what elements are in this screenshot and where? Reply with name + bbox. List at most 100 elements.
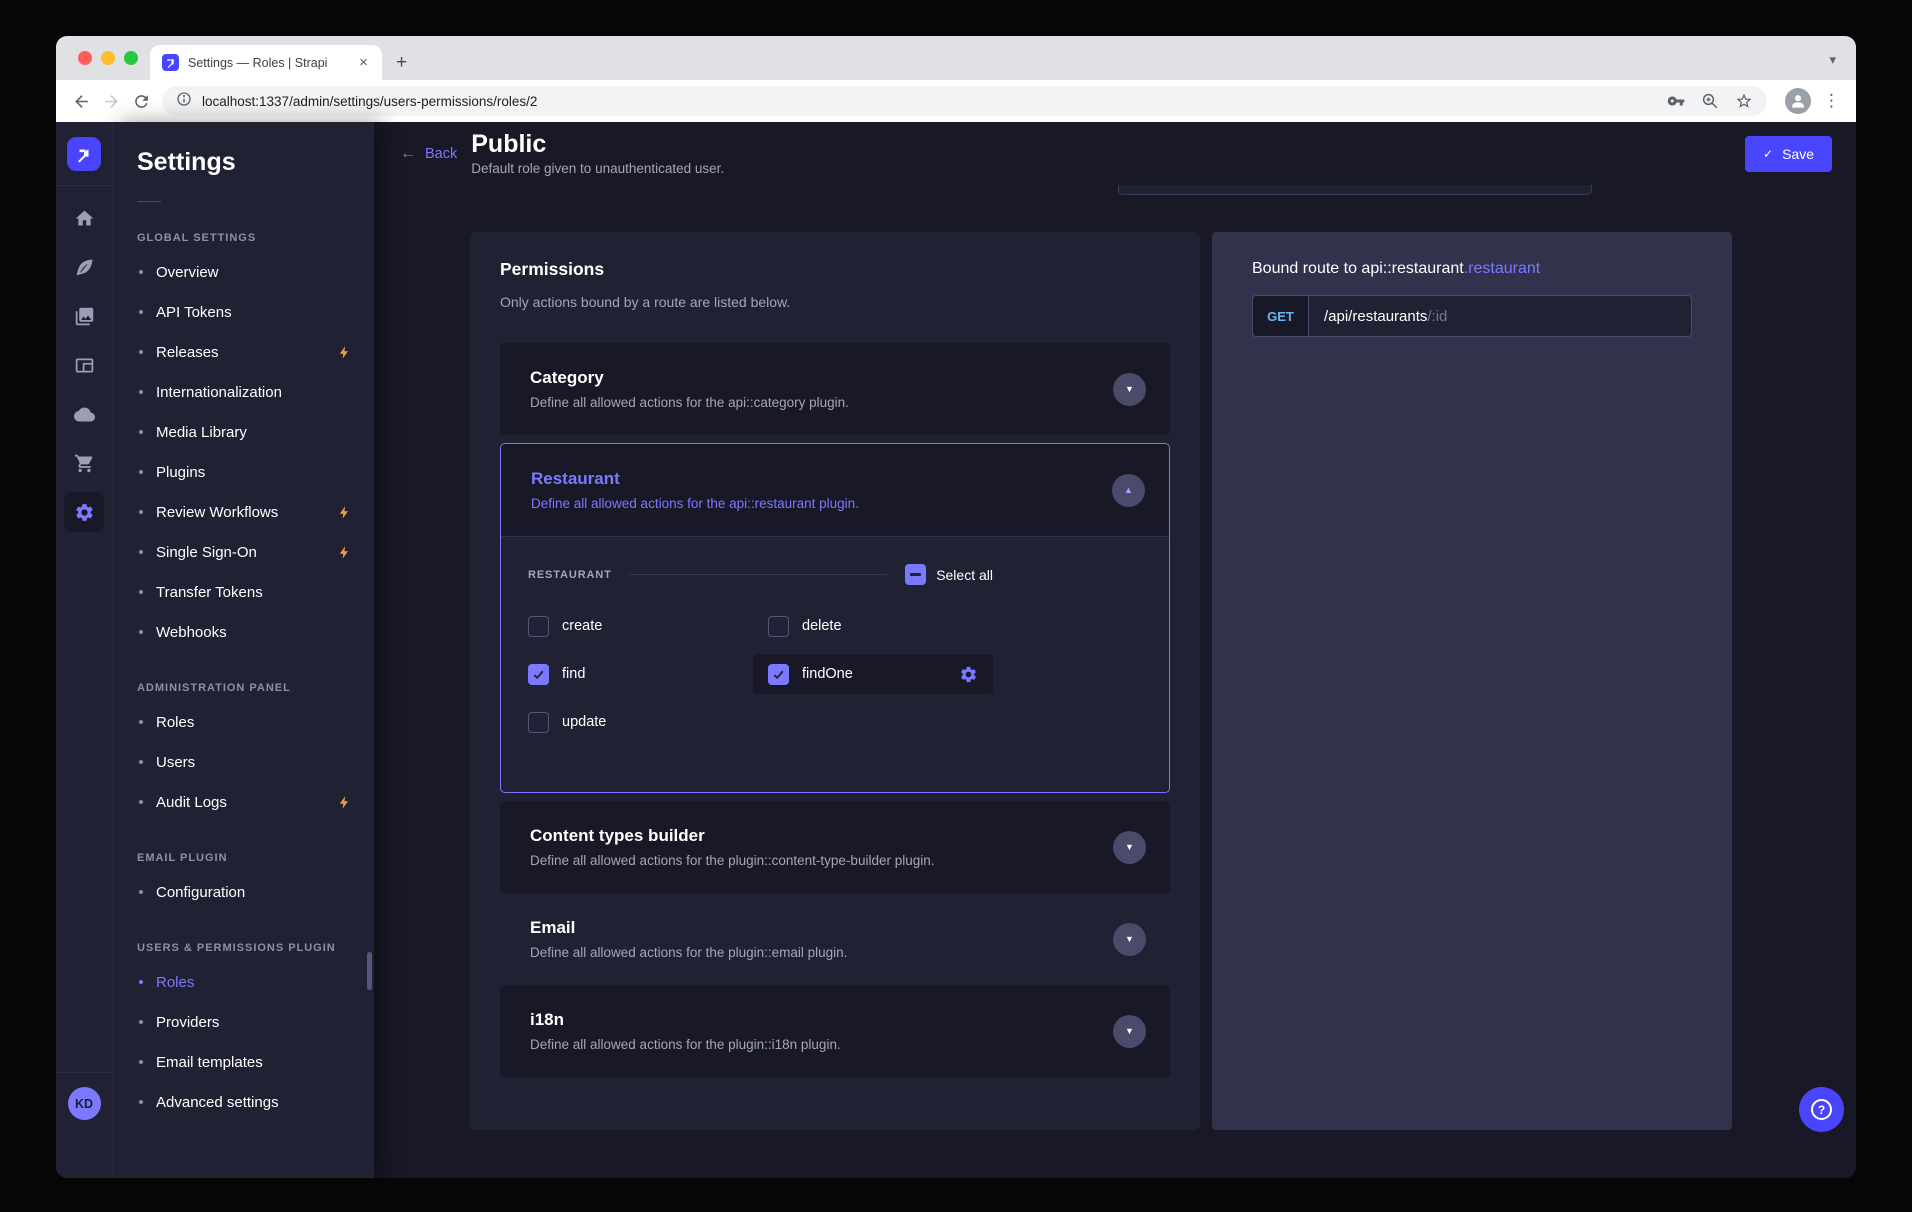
accordion-list: Category Define all allowed actions for … [500, 343, 1170, 1077]
accordion-restaurant-description: Define all allowed actions for the api::… [531, 496, 859, 511]
strapi-favicon-icon [162, 54, 179, 71]
route-path-param: /:id [1427, 308, 1447, 325]
sidebar-item-email-templates[interactable]: Email templates [113, 1042, 374, 1082]
sidebar-item-internationalization[interactable]: Internationalization [113, 372, 374, 412]
password-key-icon[interactable] [1667, 92, 1685, 110]
browser-profile-avatar[interactable] [1785, 88, 1811, 114]
create-checkbox[interactable] [528, 616, 549, 637]
lightning-icon [337, 505, 352, 520]
zoom-window-button[interactable] [124, 51, 138, 65]
settings-subnav: Settings GLOBAL SETTINGS Overview API To… [113, 122, 374, 1178]
bound-route-panel: Bound route to api::restaurant.restauran… [1212, 232, 1732, 1130]
tab-close-icon[interactable]: × [357, 53, 370, 72]
sidebar-item-media-library[interactable]: Media Library [113, 412, 374, 452]
zoom-icon[interactable] [1701, 92, 1719, 110]
accordion-restaurant: Restaurant Define all allowed actions fo… [500, 443, 1170, 793]
sidebar-item-audit-logs[interactable]: Audit Logs [113, 782, 374, 822]
lightning-icon [337, 545, 352, 560]
sidebar-item-plugins[interactable]: Plugins [113, 452, 374, 492]
sidebar-item-releases[interactable]: Releases [113, 332, 374, 372]
action-find[interactable]: find [513, 654, 753, 694]
delete-label: delete [802, 618, 842, 634]
update-checkbox[interactable] [528, 712, 549, 733]
accordion-category[interactable]: Category Define all allowed actions for … [500, 343, 1170, 435]
browser-tab[interactable]: Settings — Roles | Strapi × [150, 45, 382, 80]
sidebar-item-advanced-settings[interactable]: Advanced settings [113, 1082, 374, 1122]
sidebar-item-up-roles[interactable]: Roles [113, 962, 374, 1002]
close-window-button[interactable] [78, 51, 92, 65]
forward-button[interactable] [96, 86, 126, 116]
accordion-email[interactable]: Email Define all allowed actions for the… [500, 893, 1170, 985]
chevron-down-icon[interactable]: ▼ [1113, 923, 1146, 956]
action-findone[interactable]: findOne [753, 654, 993, 694]
user-avatar[interactable]: KD [68, 1087, 101, 1120]
minimize-window-button[interactable] [101, 51, 115, 65]
deploy-cloud-icon[interactable] [64, 394, 104, 434]
chevron-down-icon[interactable]: ▼ [1113, 373, 1146, 406]
bookmark-star-icon[interactable] [1735, 92, 1753, 110]
reload-button[interactable] [126, 86, 156, 116]
content-manager-feather-icon[interactable] [64, 247, 104, 287]
tab-search-chevron-icon[interactable]: ▾ [1829, 52, 1836, 68]
findone-label: findOne [802, 666, 853, 682]
content-type-builder-icon[interactable] [64, 345, 104, 385]
back-arrow-icon: ← [400, 146, 416, 162]
sidebar-item-admin-roles[interactable]: Roles [113, 702, 374, 742]
accordion-i18n-description: Define all allowed actions for the plugi… [530, 1037, 841, 1052]
description-field-remnant[interactable] [1118, 185, 1592, 195]
action-delete[interactable]: delete [753, 606, 993, 646]
sidebar-item-single-sign-on[interactable]: Single Sign-On [113, 532, 374, 572]
accordion-email-description: Define all allowed actions for the plugi… [530, 945, 847, 960]
home-icon[interactable] [64, 198, 104, 238]
route-path-main: /api/restaurants [1324, 308, 1427, 325]
sidebar-item-admin-users[interactable]: Users [113, 742, 374, 782]
title-block: Public Default role given to unauthentic… [471, 131, 724, 176]
group-divider [630, 574, 887, 575]
accordion-category-description: Define all allowed actions for the api::… [530, 395, 849, 410]
sidebar-item-overview[interactable]: Overview [113, 252, 374, 292]
sidebar-item-providers[interactable]: Providers [113, 1002, 374, 1042]
subnav-scrollbar-thumb[interactable] [367, 952, 372, 990]
back-button[interactable] [66, 86, 96, 116]
site-info-icon[interactable] [176, 91, 192, 112]
sidebar-item-webhooks[interactable]: Webhooks [113, 612, 374, 652]
accordion-content-types-builder[interactable]: Content types builder Define all allowed… [500, 801, 1170, 893]
sidebar-item-review-workflows[interactable]: Review Workflows [113, 492, 374, 532]
findone-checkbox[interactable] [768, 664, 789, 685]
find-checkbox[interactable] [528, 664, 549, 685]
select-all-checkbox[interactable] [905, 564, 926, 585]
help-button[interactable]: ? [1799, 1087, 1844, 1132]
marketplace-cart-icon[interactable] [64, 443, 104, 483]
settings-cog-icon[interactable] [959, 665, 978, 684]
rail-divider [56, 185, 113, 186]
sidebar-item-transfer-tokens[interactable]: Transfer Tokens [113, 572, 374, 612]
chevron-up-icon[interactable]: ▲ [1112, 474, 1145, 507]
accordion-restaurant-header[interactable]: Restaurant Define all allowed actions fo… [501, 444, 1169, 536]
settings-gear-icon[interactable] [64, 492, 104, 532]
find-label: find [562, 666, 585, 682]
action-create[interactable]: create [513, 606, 753, 646]
delete-checkbox[interactable] [768, 616, 789, 637]
new-tab-button[interactable]: + [396, 53, 407, 72]
strapi-logo[interactable] [67, 137, 101, 171]
permissions-title: Permissions [500, 259, 1170, 280]
action-update[interactable]: update [513, 702, 753, 742]
section-label-email-plugin: EMAIL PLUGIN [137, 852, 374, 864]
route-box: GET /api/restaurants/:id [1252, 295, 1692, 337]
save-button[interactable]: ✓ Save [1745, 136, 1832, 172]
browser-menu-icon[interactable]: ⋮ [1823, 91, 1840, 111]
media-library-icon[interactable] [64, 296, 104, 336]
accordion-restaurant-name: Restaurant [531, 469, 859, 489]
page-title: Public [471, 131, 724, 157]
browser-window: Settings — Roles | Strapi × + ▾ localhos… [56, 36, 1856, 1178]
scroll-area[interactable]: Permissions Only actions bound by a rout… [374, 185, 1856, 1178]
address-bar[interactable]: localhost:1337/admin/settings/users-perm… [162, 86, 1767, 116]
bound-route-title-accent: .restaurant [1464, 260, 1540, 277]
chevron-down-icon[interactable]: ▼ [1113, 831, 1146, 864]
chevron-down-icon[interactable]: ▼ [1113, 1015, 1146, 1048]
accordion-i18n[interactable]: i18n Define all allowed actions for the … [500, 985, 1170, 1077]
select-all-control[interactable]: Select all [905, 564, 993, 585]
sidebar-item-api-tokens[interactable]: API Tokens [113, 292, 374, 332]
back-link[interactable]: ← Back [400, 146, 457, 162]
sidebar-item-email-configuration[interactable]: Configuration [113, 872, 374, 912]
